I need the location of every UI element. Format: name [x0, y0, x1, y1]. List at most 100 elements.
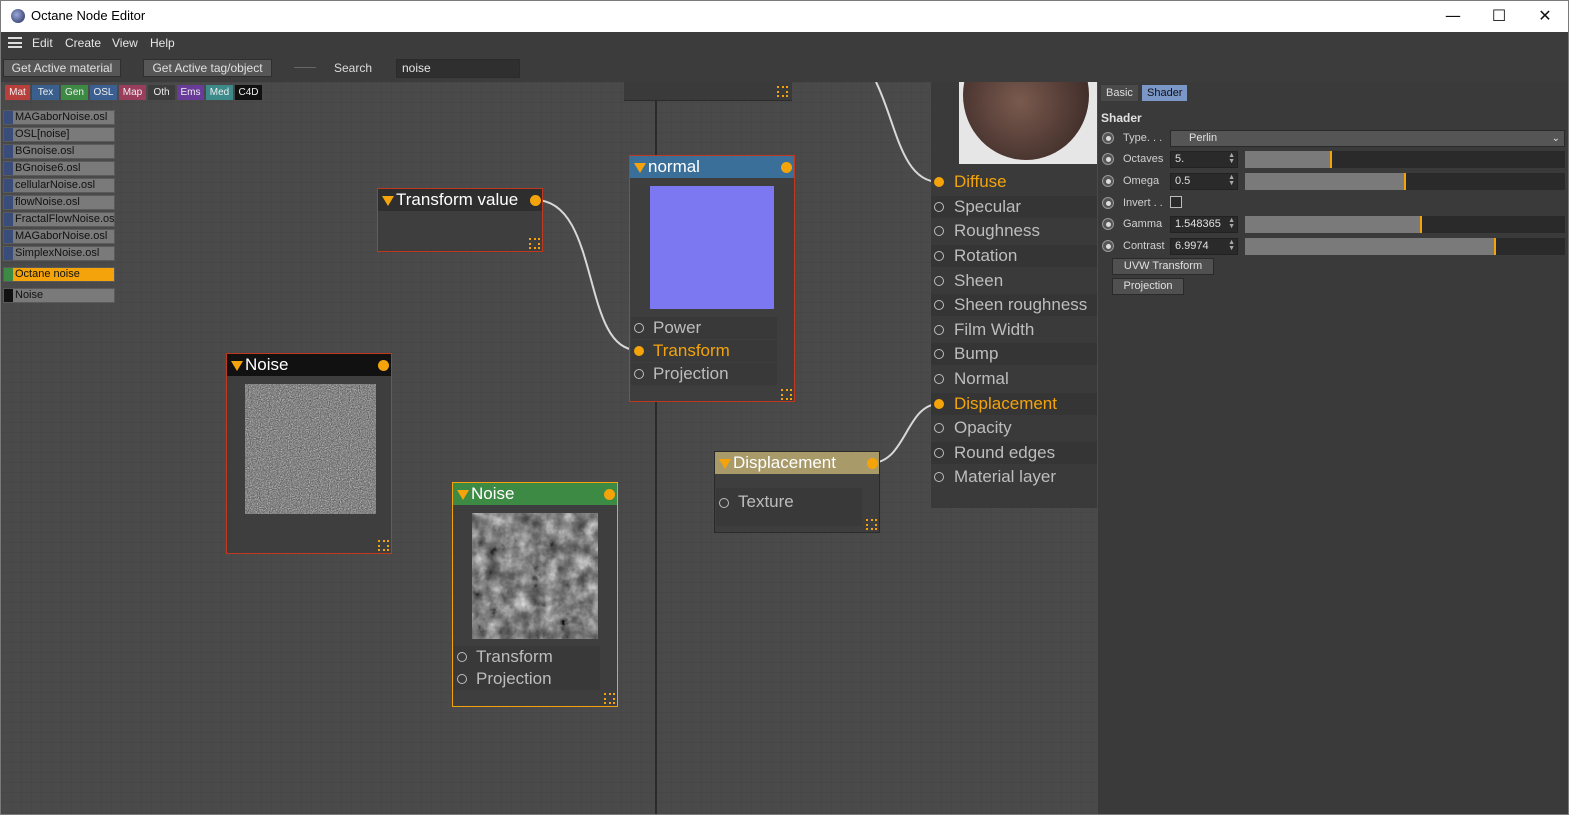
animate-radio[interactable]: [1102, 218, 1114, 230]
pin-texture[interactable]: Texture: [716, 488, 862, 526]
omega-input[interactable]: 0.5 ▲ ▼: [1170, 173, 1238, 190]
node-title: Noise: [471, 484, 515, 503]
node-editor-window: Octane Node Editor — ☐ ✕ Edit Create Vie…: [0, 0, 1569, 815]
collapse-triangle-icon[interactable]: [634, 163, 646, 173]
projection-button[interactable]: Projection: [1112, 278, 1184, 295]
material-preview: [959, 82, 1097, 164]
node-canvas[interactable]: Mat Tex Gen OSL Map Oth Ems Med C4D MAGa…: [1, 82, 1098, 814]
tab-shader[interactable]: Shader: [1142, 85, 1188, 101]
output-port[interactable]: [530, 195, 541, 206]
cinema4d-icon: [11, 9, 25, 23]
menu-view[interactable]: View: [112, 36, 138, 50]
collapse-triangle-icon[interactable]: [231, 361, 243, 371]
contrast-input[interactable]: 6.9974 ▲ ▼: [1170, 238, 1238, 255]
pin-film-width[interactable]: Film Width: [931, 319, 1097, 341]
pin-round-edges[interactable]: Round edges: [931, 442, 1097, 464]
pin-normal[interactable]: Normal: [931, 368, 1097, 390]
contrast-slider[interactable]: [1245, 238, 1565, 255]
get-active-tag-button[interactable]: Get Active tag/object: [143, 59, 272, 77]
pin-displacement[interactable]: Displacement: [931, 393, 1097, 415]
search-input[interactable]: noise: [396, 59, 520, 78]
param-label: Omega: [1123, 175, 1160, 187]
resize-handle-icon[interactable]: [781, 389, 792, 400]
pin-diffuse[interactable]: Diffuse: [931, 171, 1097, 193]
resize-handle-icon[interactable]: [866, 519, 877, 530]
node-title: Noise: [245, 355, 289, 374]
param-label: Octaves: [1123, 153, 1164, 165]
normal-preview: [650, 186, 774, 309]
pin-projection[interactable]: Projection: [454, 668, 600, 690]
param-label: Type. . .: [1123, 132, 1163, 144]
pin-bump[interactable]: Bump: [931, 343, 1097, 365]
param-type: Type. . . Perlin ⌄: [1098, 130, 1568, 148]
node-header[interactable]: Noise: [453, 483, 617, 505]
type-dropdown[interactable]: Perlin ⌄: [1170, 130, 1565, 147]
animate-radio[interactable]: [1102, 153, 1114, 165]
noise-octane-node[interactable]: Noise Transform Projection: [452, 482, 618, 707]
octaves-input[interactable]: 5. ▲ ▼: [1170, 151, 1238, 168]
pin-transform[interactable]: Transform: [631, 340, 777, 362]
node-title: Transform value: [396, 190, 519, 209]
collapse-triangle-icon[interactable]: [382, 196, 394, 206]
noise-c4d-node[interactable]: Noise: [226, 353, 392, 554]
node-header[interactable]: Transform value: [378, 189, 542, 211]
toolbar-separator: [294, 67, 316, 68]
displacement-node[interactable]: Displacement Texture: [714, 451, 880, 533]
noise-preview: [245, 384, 376, 514]
resize-handle-icon[interactable]: [604, 693, 615, 704]
param-octaves: Octaves 5. ▲ ▼: [1098, 151, 1568, 169]
collapse-triangle-icon[interactable]: [457, 490, 469, 500]
animate-radio[interactable]: [1102, 197, 1114, 209]
uvw-transform-button[interactable]: UVW Transform: [1112, 258, 1214, 275]
pin-opacity[interactable]: Opacity: [931, 417, 1097, 439]
node-title: Displacement: [733, 453, 836, 472]
material-node[interactable]: Diffuse Specular Roughness Rotation Shee…: [931, 82, 1097, 508]
pin-specular[interactable]: Specular: [931, 196, 1097, 218]
output-port[interactable]: [781, 162, 792, 173]
close-button[interactable]: ✕: [1522, 1, 1568, 32]
maximize-button[interactable]: ☐: [1476, 1, 1522, 32]
gamma-slider[interactable]: [1245, 216, 1565, 233]
param-label: Contrast: [1123, 240, 1165, 252]
menu-create[interactable]: Create: [65, 36, 101, 50]
invert-checkbox[interactable]: [1170, 196, 1182, 208]
collapse-triangle-icon[interactable]: [719, 459, 731, 469]
animate-radio[interactable]: [1102, 132, 1114, 144]
animate-radio[interactable]: [1102, 240, 1114, 252]
hamburger-icon[interactable]: [8, 37, 22, 48]
pin-projection[interactable]: Projection: [631, 363, 777, 385]
output-port[interactable]: [378, 360, 389, 371]
param-label: Invert . .: [1123, 197, 1163, 209]
pin-transform[interactable]: Transform: [454, 646, 600, 668]
menu-help[interactable]: Help: [150, 36, 175, 50]
node-header[interactable]: Displacement: [715, 452, 879, 474]
minimize-button[interactable]: —: [1430, 1, 1476, 32]
pin-sheen-roughness[interactable]: Sheen roughness: [931, 294, 1097, 316]
gamma-input[interactable]: 1.548365 ▲ ▼: [1170, 216, 1238, 233]
resize-handle-icon[interactable]: [529, 238, 540, 249]
octaves-slider[interactable]: [1245, 151, 1565, 168]
transform-value-node[interactable]: Transform value: [377, 188, 543, 252]
omega-slider[interactable]: [1245, 173, 1565, 190]
get-active-material-button[interactable]: Get Active material: [3, 59, 121, 77]
resize-handle-icon[interactable]: [378, 540, 389, 551]
attribute-panel: Basic Shader Shader Type. . . Perlin ⌄ O…: [1098, 82, 1568, 814]
tab-basic[interactable]: Basic: [1101, 85, 1138, 101]
menu-edit[interactable]: Edit: [32, 36, 53, 50]
pin-power[interactable]: Power: [631, 317, 777, 339]
pin-rotation[interactable]: Rotation: [931, 245, 1097, 267]
animate-radio[interactable]: [1102, 175, 1114, 187]
output-port[interactable]: [867, 458, 878, 469]
output-port[interactable]: [604, 489, 615, 500]
normal-node[interactable]: normal Power Transform Projection: [629, 155, 795, 402]
node-header[interactable]: normal: [630, 156, 794, 178]
pin-sheen[interactable]: Sheen: [931, 270, 1097, 292]
param-invert: Invert . .: [1098, 195, 1568, 213]
node-title: normal: [648, 157, 700, 176]
node-header[interactable]: Noise: [227, 354, 391, 376]
noise-preview: [472, 513, 598, 639]
pin-roughness[interactable]: Roughness: [931, 220, 1097, 242]
window-title: Octane Node Editor: [31, 8, 146, 23]
title-bar: Octane Node Editor — ☐ ✕: [1, 1, 1568, 32]
pin-material-layer[interactable]: Material layer: [931, 466, 1097, 488]
